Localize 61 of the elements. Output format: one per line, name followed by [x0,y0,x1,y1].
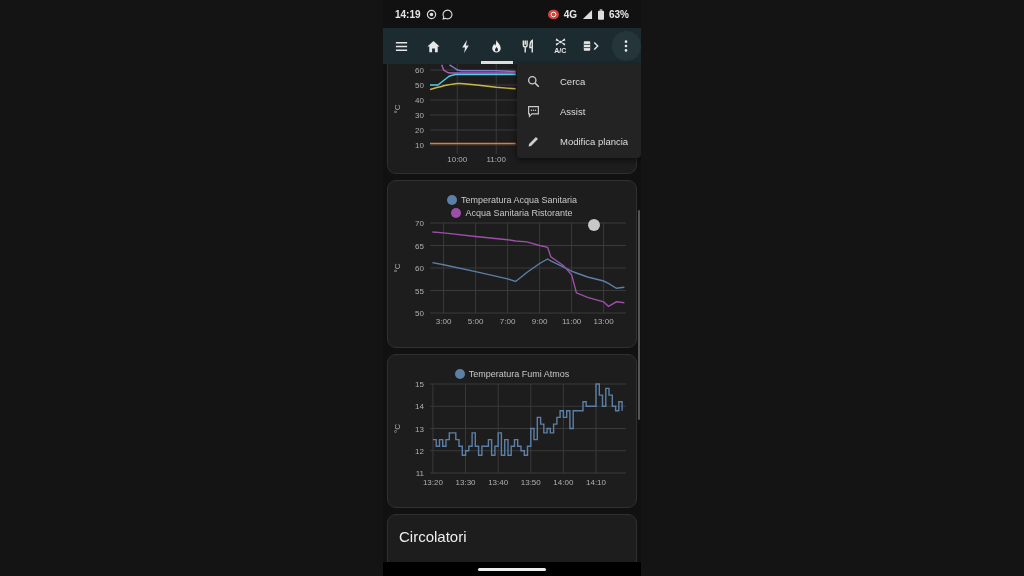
speech-bubble-icon [527,104,540,118]
y-axis-label: 60 [415,66,424,75]
fork-knife-icon [521,38,536,54]
x-axis-label: 10:00 [447,155,468,164]
legend-label[interactable]: Temperatura Acqua Sanitaria [460,195,578,205]
menu-item[interactable]: Cerca [517,66,641,96]
y-axis-label: 40 [415,96,424,105]
network-type: 4G [563,8,577,20]
y-axis-label: 12 [415,446,424,456]
battery-level: 63% [609,8,629,20]
y-axis-title: °C [393,104,402,114]
home-indicator[interactable] [478,567,546,571]
signal-icon [582,8,593,20]
x-axis-label: 3:00 [435,317,452,326]
fan-icon [553,37,567,47]
record-icon [425,8,437,20]
x-axis-label: 11:00 [561,317,582,326]
chat-icon [441,8,453,20]
chevron-right-icon [592,39,601,53]
menu-item[interactable]: Modifica plancia [517,126,641,156]
x-axis-label: 14:10 [586,478,606,487]
x-axis-label: 13:20 [422,478,443,487]
x-axis-label: 14:00 [553,478,574,487]
y-axis-label: 11 [415,469,424,478]
x-axis-label: 13:30 [455,478,476,487]
card-title: Circolatori [398,527,468,547]
pencil-icon [527,134,540,148]
house-icon [426,38,441,54]
y-axis-label: 30 [415,111,424,120]
y-axis-label: 55 [415,286,424,296]
y-axis-label: 13 [415,424,424,434]
x-axis-label: 13:00 [593,317,614,326]
recording-indicator-icon [547,8,559,20]
legend-label[interactable]: Temperatura Fumi Atmos [468,369,570,379]
y-axis-label: 60 [415,264,424,273]
x-axis-label: 7:00 [499,317,516,326]
touch-indicator [588,219,600,231]
menu-item[interactable]: Assist [517,96,641,126]
y-axis-label: 70 [415,219,424,228]
x-axis-label: 13:40 [488,478,509,487]
x-axis-label: 5:00 [467,317,484,326]
battery-icon [598,8,604,20]
y-axis-label: 65 [415,241,424,251]
y-axis-label: 50 [415,81,424,90]
y-axis-label: 20 [415,126,424,135]
x-axis-label: 9:00 [531,317,548,326]
y-axis-label: 50 [415,309,424,318]
scrollbar[interactable] [638,210,640,420]
y-axis-label: 14 [415,402,424,412]
selected-indicator [481,61,513,64]
y-axis-title: °C [393,263,402,273]
legend-label[interactable]: Acqua Sanitaria Ristorante [465,208,573,218]
x-axis-label: 11:00 [486,155,506,164]
y-axis-title: °C [393,424,402,433]
y-axis-label: 10 [415,141,424,150]
device-icon [583,39,592,53]
more-options-icon [624,39,629,53]
search-icon [527,74,540,88]
clock: 14:19 [395,8,421,20]
y-axis-label: 15 [415,380,424,389]
x-axis-label: 13:50 [520,478,541,487]
